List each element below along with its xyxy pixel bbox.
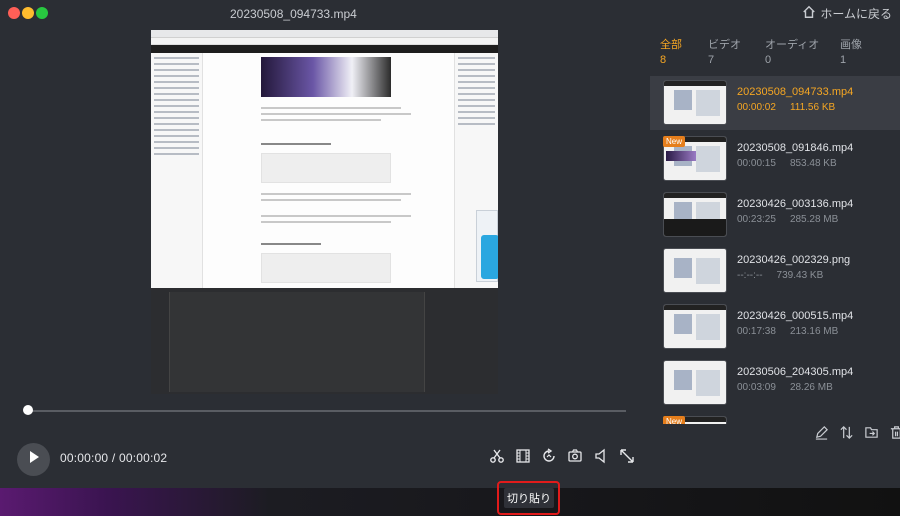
file-meta: 00:00:15 853.48 KB (737, 158, 837, 169)
cut-paste-button[interactable]: 切り貼り (504, 488, 554, 508)
progress-handle[interactable] (23, 405, 33, 415)
file-list: 20230508_094733.mp4 00:00:02 111.56 KB Ne… (650, 74, 900, 424)
list-item[interactable]: 20230426_002329.png --:--:-- 739.43 KB (650, 244, 900, 298)
play-icon (27, 450, 41, 469)
tab-image-label: 画像 (840, 39, 862, 51)
home-icon (802, 5, 816, 22)
file-meta: 00:17:38 213.16 MB (737, 326, 838, 337)
file-name: 20230508_094733.mp4 (737, 86, 854, 98)
video-player: 00:00:00 / 00:00:02 (0, 28, 650, 488)
edit-toolbar (488, 447, 636, 469)
tab-all-label: 全部 (660, 39, 682, 51)
time-display: 00:00:00 / 00:00:02 (60, 451, 167, 465)
tab-all[interactable]: 全部 8 (660, 36, 682, 66)
file-name: 20230426_003136.mp4 (737, 198, 854, 210)
title-bar: 20230508_094733.mp4 ホームに戻る (0, 0, 900, 28)
list-item[interactable]: 20230426_003136.mp4 00:23:25 285.28 MB (650, 188, 900, 242)
rotate-button[interactable] (540, 447, 558, 469)
file-size: 28.26 MB (789, 382, 833, 393)
video-preview[interactable] (151, 30, 498, 394)
tab-audio-count: 0 (765, 54, 772, 66)
export-icon (864, 425, 879, 445)
window-title: 20230508_094733.mp4 (230, 7, 357, 21)
file-meta: 00:00:02 111.56 KB (737, 102, 835, 113)
library-toolbar (812, 426, 900, 444)
sort-arrows-icon (839, 425, 854, 445)
delete-button[interactable] (887, 426, 900, 444)
file-name: 20230506_204305.mp4 (737, 366, 854, 378)
list-item[interactable]: New 20230508_091846.mp4 00:00:15 853.48 K… (650, 132, 900, 186)
file-duration: 00:17:38 (737, 326, 776, 337)
file-size: 213.16 MB (789, 326, 839, 337)
fullscreen-button[interactable] (618, 448, 636, 469)
tab-image-count: 1 (840, 54, 847, 66)
file-thumbnail (663, 192, 727, 237)
rename-button[interactable] (812, 426, 830, 444)
file-name: 20230426_002329.png (737, 254, 851, 266)
list-item[interactable]: 20230508_094733.mp4 00:00:02 111.56 KB (650, 76, 900, 130)
category-tabs: 全部 8 ビデオ 7 オーディオ 0 画像 1 (650, 36, 900, 68)
file-size: 111.56 KB (789, 102, 836, 113)
file-duration: 00:23:25 (737, 214, 776, 225)
zoom-window-button[interactable] (36, 7, 48, 19)
frames-button[interactable] (514, 448, 532, 469)
file-meta: --:--:-- 739.43 KB (737, 270, 823, 281)
total-time: 00:00:02 (118, 451, 168, 465)
tab-all-count: 8 (660, 54, 667, 66)
bottom-bar (0, 488, 900, 516)
tab-image[interactable]: 画像 1 (840, 36, 862, 66)
file-duration: 00:00:02 (737, 102, 776, 113)
pencil-icon (814, 425, 829, 445)
tab-video[interactable]: ビデオ 7 (708, 36, 741, 66)
tab-audio[interactable]: オーディオ 0 (765, 36, 819, 66)
file-duration: 00:00:15 (737, 158, 776, 169)
file-meta: 00:23:25 285.28 MB (737, 214, 838, 225)
speaker-icon (593, 448, 609, 469)
snapshot-button[interactable] (566, 448, 584, 469)
file-thumbnail (663, 80, 727, 125)
home-button[interactable]: ホームに戻る (802, 5, 892, 22)
trash-icon (889, 425, 900, 445)
close-window-button[interactable] (8, 7, 20, 19)
file-duration: 00:03:09 (737, 382, 776, 393)
file-size: 739.43 KB (776, 270, 824, 281)
list-item[interactable]: New (650, 412, 900, 424)
minimize-window-button[interactable] (22, 7, 34, 19)
file-size: 853.48 KB (789, 158, 837, 169)
expand-icon (619, 448, 635, 469)
list-item[interactable]: 20230506_204305.mp4 00:03:09 28.26 MB (650, 356, 900, 410)
progress-track[interactable] (28, 410, 626, 412)
file-thumbnail (663, 248, 727, 293)
list-item[interactable]: 20230426_000515.mp4 00:17:38 213.16 MB (650, 300, 900, 354)
time-separator: / (111, 451, 116, 465)
preview-browser-content (151, 30, 498, 288)
export-button[interactable] (862, 426, 880, 444)
sort-button[interactable] (837, 426, 855, 444)
new-badge: New (663, 416, 686, 424)
film-frames-icon (515, 448, 531, 469)
file-name: 20230426_000515.mp4 (737, 310, 854, 322)
tab-audio-label: オーディオ (765, 39, 820, 51)
current-time: 00:00:00 (60, 451, 109, 465)
volume-button[interactable] (592, 448, 610, 469)
scissors-icon (489, 448, 505, 469)
play-button[interactable] (17, 443, 50, 476)
tab-video-count: 7 (708, 54, 715, 66)
new-badge: New (663, 136, 686, 147)
camera-icon (567, 448, 583, 469)
tab-video-label: ビデオ (708, 39, 741, 51)
file-duration: --:--:-- (737, 270, 763, 281)
file-size: 285.28 MB (789, 214, 839, 225)
file-thumbnail (663, 304, 727, 349)
media-library-sidebar: 全部 8 ビデオ 7 オーディオ 0 画像 1 20230508_094733.… (650, 28, 900, 488)
home-button-label: ホームに戻る (820, 7, 892, 21)
cut-button[interactable] (488, 449, 506, 467)
file-meta: 00:03:09 28.26 MB (737, 382, 833, 393)
rotate-icon (541, 447, 557, 469)
file-name: 20230508_091846.mp4 (737, 142, 854, 154)
file-thumbnail (663, 360, 727, 405)
